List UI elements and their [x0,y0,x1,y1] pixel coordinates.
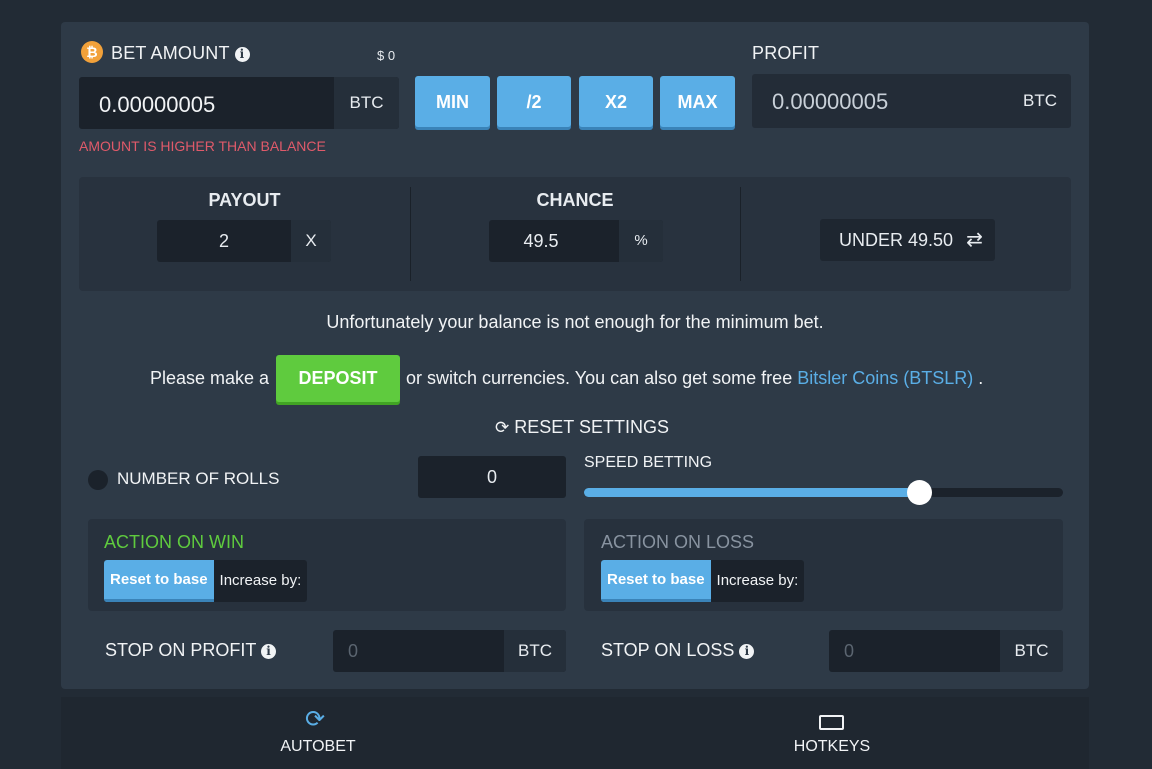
chance-input-wrapper: 49.5 % [489,220,663,262]
refresh-icon: ⟳ [495,418,510,437]
under-label: UNDER 49.50 [839,230,954,250]
divider [740,187,741,281]
please-text: Please make a [150,368,270,388]
tab-autobet-label: AUTOBET [280,738,356,755]
loss-increase-by-option[interactable]: Increase by: [711,560,805,602]
stop-on-profit-input[interactable]: 0 [348,641,358,662]
stop-on-loss-field: 0 BTC [829,630,1063,672]
payout-unit: X [291,220,331,262]
number-of-rolls-label: NUMBER OF ROLLS [117,469,280,488]
chance-unit: % [619,220,663,262]
win-increase-by-option[interactable]: Increase by: [214,560,308,602]
half-button[interactable]: /2 [497,76,571,127]
autobet-panel: ₿ BET AMOUNT i $ 0 0.00000005 BTC AMOUNT… [61,22,1089,689]
number-of-rolls-checkbox[interactable] [88,470,108,490]
payout-input[interactable]: 2 [157,220,291,262]
stop-on-loss-unit: BTC [1000,630,1063,672]
period: . [978,368,984,388]
action-on-loss-box: ACTION ON LOSS Reset to base Increase by… [584,519,1063,611]
tab-hotkeys[interactable]: HOTKEYS [575,697,1089,769]
chance-title: CHANCE [536,190,614,210]
bitsler-coins-link[interactable]: Bitsler Coins (BTSLR) [797,368,973,388]
bitcoin-icon: ₿ [81,41,103,63]
tab-autobet[interactable]: ⟳ AUTOBET [61,697,575,769]
deposit-button[interactable]: DEPOSIT [276,355,400,402]
payout-input-wrapper: 2 X [157,220,331,262]
speed-betting-label: SPEED BETTING [584,454,713,471]
stop-on-loss-label: STOP ON LOSS [601,640,735,660]
switch-text: or switch currencies. You can also get s… [406,368,793,388]
payout-title: PAYOUT [208,190,281,210]
info-icon[interactable]: i [739,643,755,659]
speed-slider-handle[interactable] [906,480,932,505]
stop-on-profit-label: STOP ON PROFIT [105,640,257,660]
info-icon[interactable]: i [261,643,277,659]
max-button[interactable]: MAX [660,76,735,127]
reset-settings-button[interactable]: ⟳ RESET SETTINGS [495,417,669,438]
bet-error-message: AMOUNT IS HIGHER THAN BALANCE [79,138,326,154]
reset-settings-label: RESET SETTINGS [514,417,669,437]
win-reset-to-base-option[interactable]: Reset to base [104,560,214,602]
profit-unit: BTC [1023,91,1057,110]
stop-on-loss-label-wrap: STOP ON LOSS i [601,640,755,661]
double-button[interactable]: X2 [579,76,653,127]
keyboard-icon [819,715,844,730]
loss-reset-to-base-option[interactable]: Reset to base [601,560,711,602]
bet-amount-title: BET AMOUNT i [111,43,250,64]
number-of-rolls-input[interactable]: 0 [418,456,566,498]
profit-value: 0.00000005 [772,89,889,114]
speed-slider-fill [584,488,920,497]
bet-amount-input-wrapper: 0.00000005 BTC [79,77,399,129]
speed-slider-track[interactable] [584,480,1063,505]
action-on-win-toggle: Reset to base Increase by: [104,560,308,602]
bottom-tab-bar: ⟳ AUTOBET HOTKEYS [61,697,1089,769]
profit-title: PROFIT [752,43,820,63]
min-button[interactable]: MIN [415,76,490,127]
stop-on-profit-label-wrap: STOP ON PROFIT i [105,640,277,661]
action-on-win-title: ACTION ON WIN [104,532,244,552]
stop-on-profit-field: 0 BTC [333,630,566,672]
stop-on-loss-input[interactable]: 0 [844,641,854,662]
balance-message: Unfortunately your balance is not enough… [326,312,824,332]
tab-hotkeys-label: HOTKEYS [793,738,871,755]
chance-input[interactable]: 49.5 [489,220,593,262]
under-over-toggle[interactable]: UNDER 49.50 ⇄ [820,219,995,261]
switch-currency-text: or switch currencies. You can also get s… [406,368,983,389]
stop-on-profit-unit: BTC [504,630,566,672]
usd-value: $ 0 [377,48,396,63]
action-on-loss-title: ACTION ON LOSS [601,532,755,552]
bet-amount-label: BET AMOUNT [111,43,230,63]
info-icon[interactable]: i [234,46,250,62]
profit-field: 0.00000005 BTC [752,74,1071,128]
payout-chance-box: PAYOUT 2 X CHANCE 49.5 % UNDER 49.50 ⇄ [79,177,1071,291]
action-on-loss-toggle: Reset to base Increase by: [601,560,805,602]
swap-icon: ⇄ [966,229,983,251]
refresh-icon: ⟳ [305,706,326,733]
action-on-win-box: ACTION ON WIN Reset to base Increase by: [88,519,566,611]
bet-unit: BTC [334,77,399,129]
bet-amount-input[interactable]: 0.00000005 [99,92,215,118]
